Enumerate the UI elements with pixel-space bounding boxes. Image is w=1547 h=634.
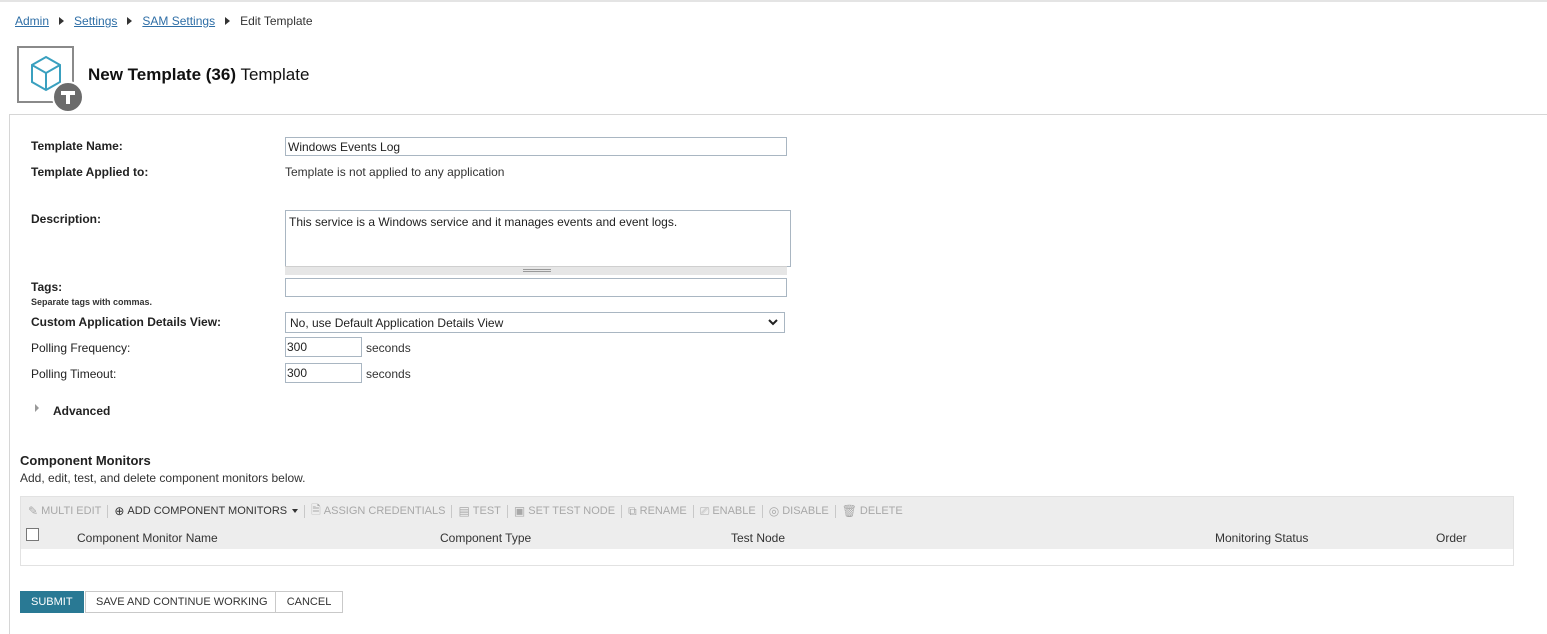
polling-frequency-input[interactable] xyxy=(285,337,362,357)
multi-edit-label: MULTI EDIT xyxy=(41,505,102,517)
disable-icon: ◎ xyxy=(768,504,780,518)
submit-button[interactable]: SUBMIT xyxy=(20,591,84,613)
enable-label: ENABLE xyxy=(712,505,756,517)
chevron-down-icon xyxy=(768,319,778,326)
tags-input[interactable] xyxy=(285,278,787,297)
template-badge-icon xyxy=(52,81,84,113)
details-view-value: No, use Default Application Details View xyxy=(290,316,504,330)
add-component-monitors-button[interactable]: ⊕ ADD COMPONENT MONITORS xyxy=(114,504,299,518)
set-test-node-button[interactable]: ▣ SET TEST NODE xyxy=(514,504,615,518)
breadcrumb-sam-settings[interactable]: SAM Settings xyxy=(142,14,215,28)
component-monitors-subtitle: Add, edit, test, and delete component mo… xyxy=(20,471,306,485)
pencil-icon: ✎ xyxy=(28,504,39,518)
tags-hint: Separate tags with commas. xyxy=(31,297,153,307)
component-monitors-toolbar: ✎ MULTI EDIT ⊕ ADD COMPONENT MONITORS 🗎 … xyxy=(21,497,1513,525)
enable-icon: ⎚ xyxy=(699,503,710,518)
polling-timeout-label: Polling Timeout: xyxy=(31,367,117,381)
delete-button[interactable]: 🗑 DELETE xyxy=(842,504,903,518)
polling-timeout-unit: seconds xyxy=(366,367,411,381)
trash-icon: 🗑 xyxy=(841,504,857,518)
applied-to-label: Template Applied to: xyxy=(31,165,149,179)
tags-label-text: Tags: xyxy=(31,280,63,294)
breadcrumb-separator-icon xyxy=(225,17,231,25)
delete-label: DELETE xyxy=(859,505,903,517)
textarea-resize-handle[interactable] xyxy=(285,266,787,275)
template-name-label: Template Name: xyxy=(31,139,123,153)
disable-label: DISABLE xyxy=(782,505,829,517)
advanced-label: Advanced xyxy=(53,404,111,418)
breadcrumb-current: Edit Template xyxy=(240,14,313,28)
rename-button[interactable]: ⧉ RENAME xyxy=(628,504,687,519)
advanced-toggle[interactable]: Advanced xyxy=(35,404,110,418)
disable-button[interactable]: ◎ DISABLE xyxy=(769,504,829,518)
add-component-monitors-label: ADD COMPONENT MONITORS xyxy=(127,505,288,517)
description-textarea[interactable]: This service is a Windows service and it… xyxy=(285,210,791,267)
set-test-node-label: SET TEST NODE xyxy=(528,505,616,517)
applied-to-value: Template is not applied to any applicati… xyxy=(285,165,505,179)
page-title-suffix: Template xyxy=(240,64,310,84)
breadcrumb-separator-icon xyxy=(127,17,133,25)
component-monitors-title: Component Monitors xyxy=(20,453,151,468)
template-cube-icon xyxy=(17,46,84,113)
enable-button[interactable]: ⎚ ENABLE xyxy=(700,504,756,519)
credentials-icon: 🗎 xyxy=(311,502,321,517)
column-header-test-node[interactable]: Test Node xyxy=(731,531,785,545)
select-all-checkbox[interactable] xyxy=(26,528,39,541)
column-header-order[interactable]: Order xyxy=(1436,531,1467,545)
test-button[interactable]: ▤ TEST xyxy=(458,504,500,518)
column-header-name[interactable]: Component Monitor Name xyxy=(77,531,218,545)
breadcrumb: Admin Settings SAM Settings Edit Templat… xyxy=(15,14,313,28)
polling-frequency-unit: seconds xyxy=(366,341,411,355)
grid-header-row: Component Monitor Name Component Type Te… xyxy=(21,525,1513,549)
column-header-status[interactable]: Monitoring Status xyxy=(1215,531,1308,545)
add-circle-icon: ⊕ xyxy=(114,504,125,518)
page-title: New Template (36) Template xyxy=(88,65,309,85)
cancel-button[interactable]: CANCEL xyxy=(275,591,343,613)
test-node-icon: ▣ xyxy=(513,504,526,518)
component-monitors-grid: ✎ MULTI EDIT ⊕ ADD COMPONENT MONITORS 🗎 … xyxy=(20,496,1514,566)
details-view-select[interactable]: No, use Default Application Details View xyxy=(285,312,785,333)
test-label: TEST xyxy=(472,505,501,517)
details-view-label: Custom Application Details View: xyxy=(31,315,222,329)
save-and-continue-button[interactable]: SAVE AND CONTINUE WORKING xyxy=(85,591,279,613)
polling-frequency-label: Polling Frequency: xyxy=(31,341,131,355)
breadcrumb-settings[interactable]: Settings xyxy=(74,14,117,28)
dropdown-caret-icon xyxy=(292,509,299,513)
expand-triangle-icon xyxy=(35,404,39,412)
tags-label: Tags: Separate tags with commas. xyxy=(31,280,152,307)
test-icon: ▤ xyxy=(458,504,470,518)
multi-edit-button[interactable]: ✎ MULTI EDIT xyxy=(28,504,101,518)
breadcrumb-separator-icon xyxy=(59,17,65,25)
page-header: New Template (36) Template xyxy=(17,46,309,113)
polling-timeout-input[interactable] xyxy=(285,363,362,383)
description-label: Description: xyxy=(31,212,102,226)
page-title-bold: New Template (36) xyxy=(88,64,237,84)
rename-label: RENAME xyxy=(639,505,687,517)
template-name-input[interactable] xyxy=(285,137,787,156)
rename-icon: ⧉ xyxy=(628,503,637,518)
breadcrumb-admin[interactable]: Admin xyxy=(15,14,49,28)
assign-credentials-button[interactable]: 🗎 ASSIGN CREDENTIALS xyxy=(311,501,445,522)
assign-credentials-label: ASSIGN CREDENTIALS xyxy=(323,505,446,517)
column-header-type[interactable]: Component Type xyxy=(440,531,531,545)
